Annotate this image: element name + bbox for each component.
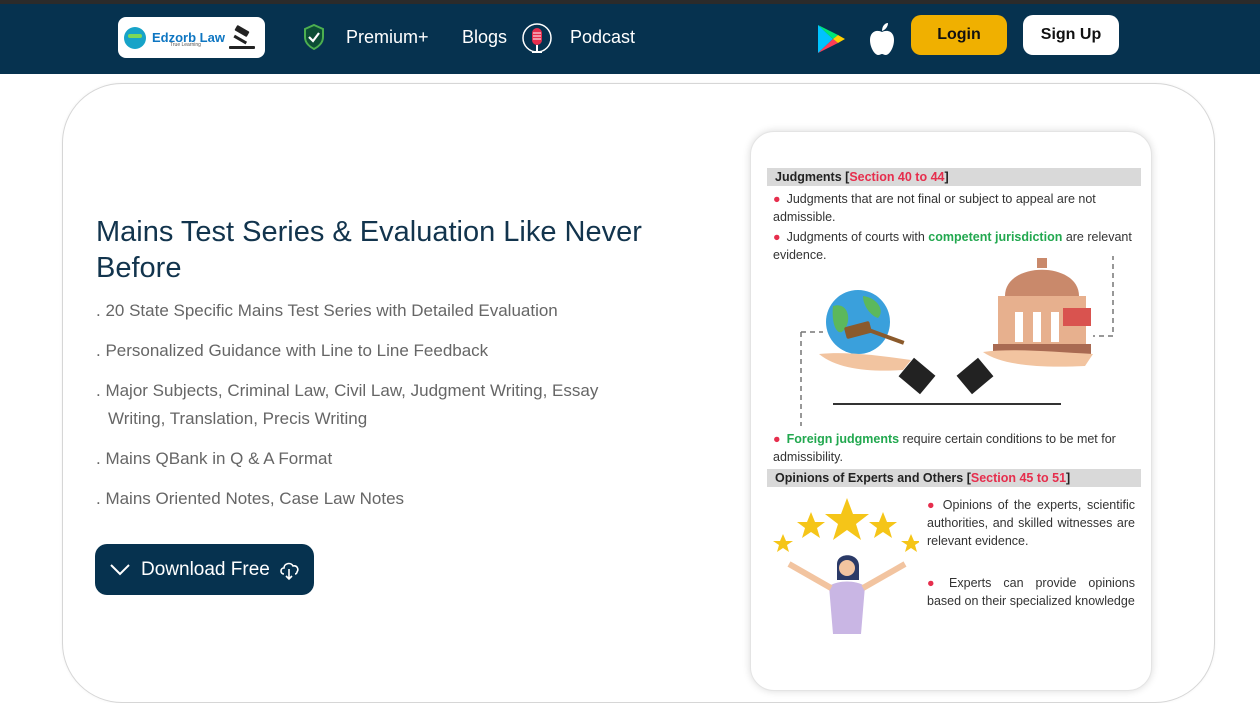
section-ref: Section 40 to 44	[849, 170, 945, 184]
bullet-item: ● Opinions of the experts, scientific aut…	[927, 498, 1135, 548]
feature-line: . Major Subjects, Criminal Law, Civil La…	[96, 381, 599, 400]
signup-button[interactable]: Sign Up	[1023, 15, 1119, 55]
nav-premium[interactable]: Premium+	[346, 27, 429, 48]
feature-line-continued: Writing, Translation, Precis Writing	[108, 409, 368, 428]
google-play-icon[interactable]	[815, 23, 847, 55]
experts-illustration	[773, 498, 919, 634]
feature-item: . Mains QBank in Q & A Format	[96, 449, 333, 468]
nav-podcast[interactable]: Podcast	[570, 27, 635, 48]
feature-item: . 20 State Specific Mains Test Series wi…	[96, 301, 558, 320]
gavel-icon	[229, 25, 255, 49]
feature-item: . Personalized Guidance with Line to Lin…	[96, 341, 489, 360]
chevron-down-icon	[110, 563, 130, 575]
site-logo[interactable]: Edzorb Law True Learning	[118, 17, 265, 58]
section-header: Opinions of Experts and Others [Section …	[767, 469, 1141, 487]
logo-tagline: True Learning	[170, 42, 201, 48]
download-free-button[interactable]: Download Free	[95, 544, 314, 595]
shield-check-icon	[304, 24, 324, 50]
microphone-icon	[522, 23, 552, 53]
cloud-download-icon	[280, 562, 299, 580]
bullet-item: ● Judgments that are not final or subject…	[773, 192, 1096, 224]
logo-mark-icon	[124, 26, 146, 49]
info-card: Judgments [Section 40 to 44] ● Judgments …	[750, 131, 1152, 691]
apple-icon[interactable]	[867, 22, 897, 56]
bullet-item: ● Foreign judgments require certain condi…	[773, 432, 1116, 464]
login-button[interactable]: Login	[911, 15, 1007, 55]
bullet-item: ● Experts can provide opinions based on t…	[927, 576, 1135, 608]
feature-item: . Mains Oriented Notes, Case Law Notes	[96, 489, 405, 508]
justice-illustration	[800, 256, 1114, 426]
section-header: Judgments [Section 40 to 44]	[767, 168, 1141, 186]
download-label: Download Free	[141, 558, 270, 580]
feature-item: . Major Subjects, Criminal Law, Civil La…	[96, 377, 636, 433]
section-ref: Section 45 to 51	[970, 471, 1067, 485]
nav-blogs[interactable]: Blogs	[462, 27, 507, 48]
hero-title: Mains Test Series & Evaluation Like Neve…	[96, 216, 642, 284]
